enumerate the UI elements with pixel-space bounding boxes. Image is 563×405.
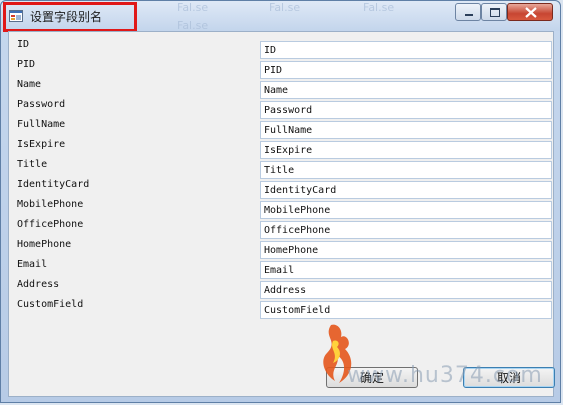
maximize-button[interactable] bbox=[481, 3, 507, 21]
alias-input-email[interactable] bbox=[260, 261, 552, 279]
field-label: IdentityCard bbox=[17, 179, 90, 190]
background-ghost-text: Fal.se bbox=[363, 1, 395, 14]
background-ghost-text: Fal.se bbox=[269, 1, 301, 14]
title-bar[interactable]: Fal.se Fal.se Fal.se Fal.se 设置字段别名 bbox=[1, 1, 560, 32]
field-label: ID bbox=[17, 39, 30, 50]
title-highlight-box bbox=[3, 2, 137, 32]
minimize-icon bbox=[465, 14, 473, 16]
alias-input-name[interactable] bbox=[260, 81, 552, 99]
field-label: Address bbox=[17, 279, 60, 290]
field-label: HomePhone bbox=[17, 239, 72, 250]
alias-input-id[interactable] bbox=[260, 41, 552, 59]
field-label: Name bbox=[17, 79, 42, 90]
alias-input-title[interactable] bbox=[260, 161, 552, 179]
field-label: Email bbox=[17, 259, 48, 270]
alias-input-isexpire[interactable] bbox=[260, 141, 552, 159]
close-icon bbox=[525, 7, 537, 18]
dialog-window: Fal.se Fal.se Fal.se Fal.se 设置字段别名 ID PI… bbox=[0, 0, 561, 403]
close-button[interactable] bbox=[507, 3, 553, 21]
field-label: Password bbox=[17, 99, 66, 110]
field-label: Title bbox=[17, 159, 48, 170]
alias-input-homephone[interactable] bbox=[260, 241, 552, 259]
form-client-area: ID PID Name Password FullName IsExpire T… bbox=[8, 31, 555, 397]
field-label: IsExpire bbox=[17, 139, 66, 150]
alias-input-fullname[interactable] bbox=[260, 121, 552, 139]
alias-input-officephone[interactable] bbox=[260, 221, 552, 239]
alias-input-password[interactable] bbox=[260, 101, 552, 119]
background-ghost-text: Fal.se bbox=[177, 1, 209, 14]
field-label: OfficePhone bbox=[17, 219, 84, 230]
field-label: MobilePhone bbox=[17, 199, 84, 210]
field-label: FullName bbox=[17, 119, 66, 130]
alias-input-customfield[interactable] bbox=[260, 301, 552, 319]
minimize-button[interactable] bbox=[455, 3, 481, 21]
alias-input-address[interactable] bbox=[260, 281, 552, 299]
alias-input-mobilephone[interactable] bbox=[260, 201, 552, 219]
alias-input-identitycard[interactable] bbox=[260, 181, 552, 199]
field-label: PID bbox=[17, 59, 36, 70]
field-label: CustomField bbox=[17, 299, 84, 310]
maximize-icon bbox=[490, 8, 500, 17]
watermark-text: www.hu374.com bbox=[347, 363, 543, 388]
alias-input-pid[interactable] bbox=[260, 61, 552, 79]
